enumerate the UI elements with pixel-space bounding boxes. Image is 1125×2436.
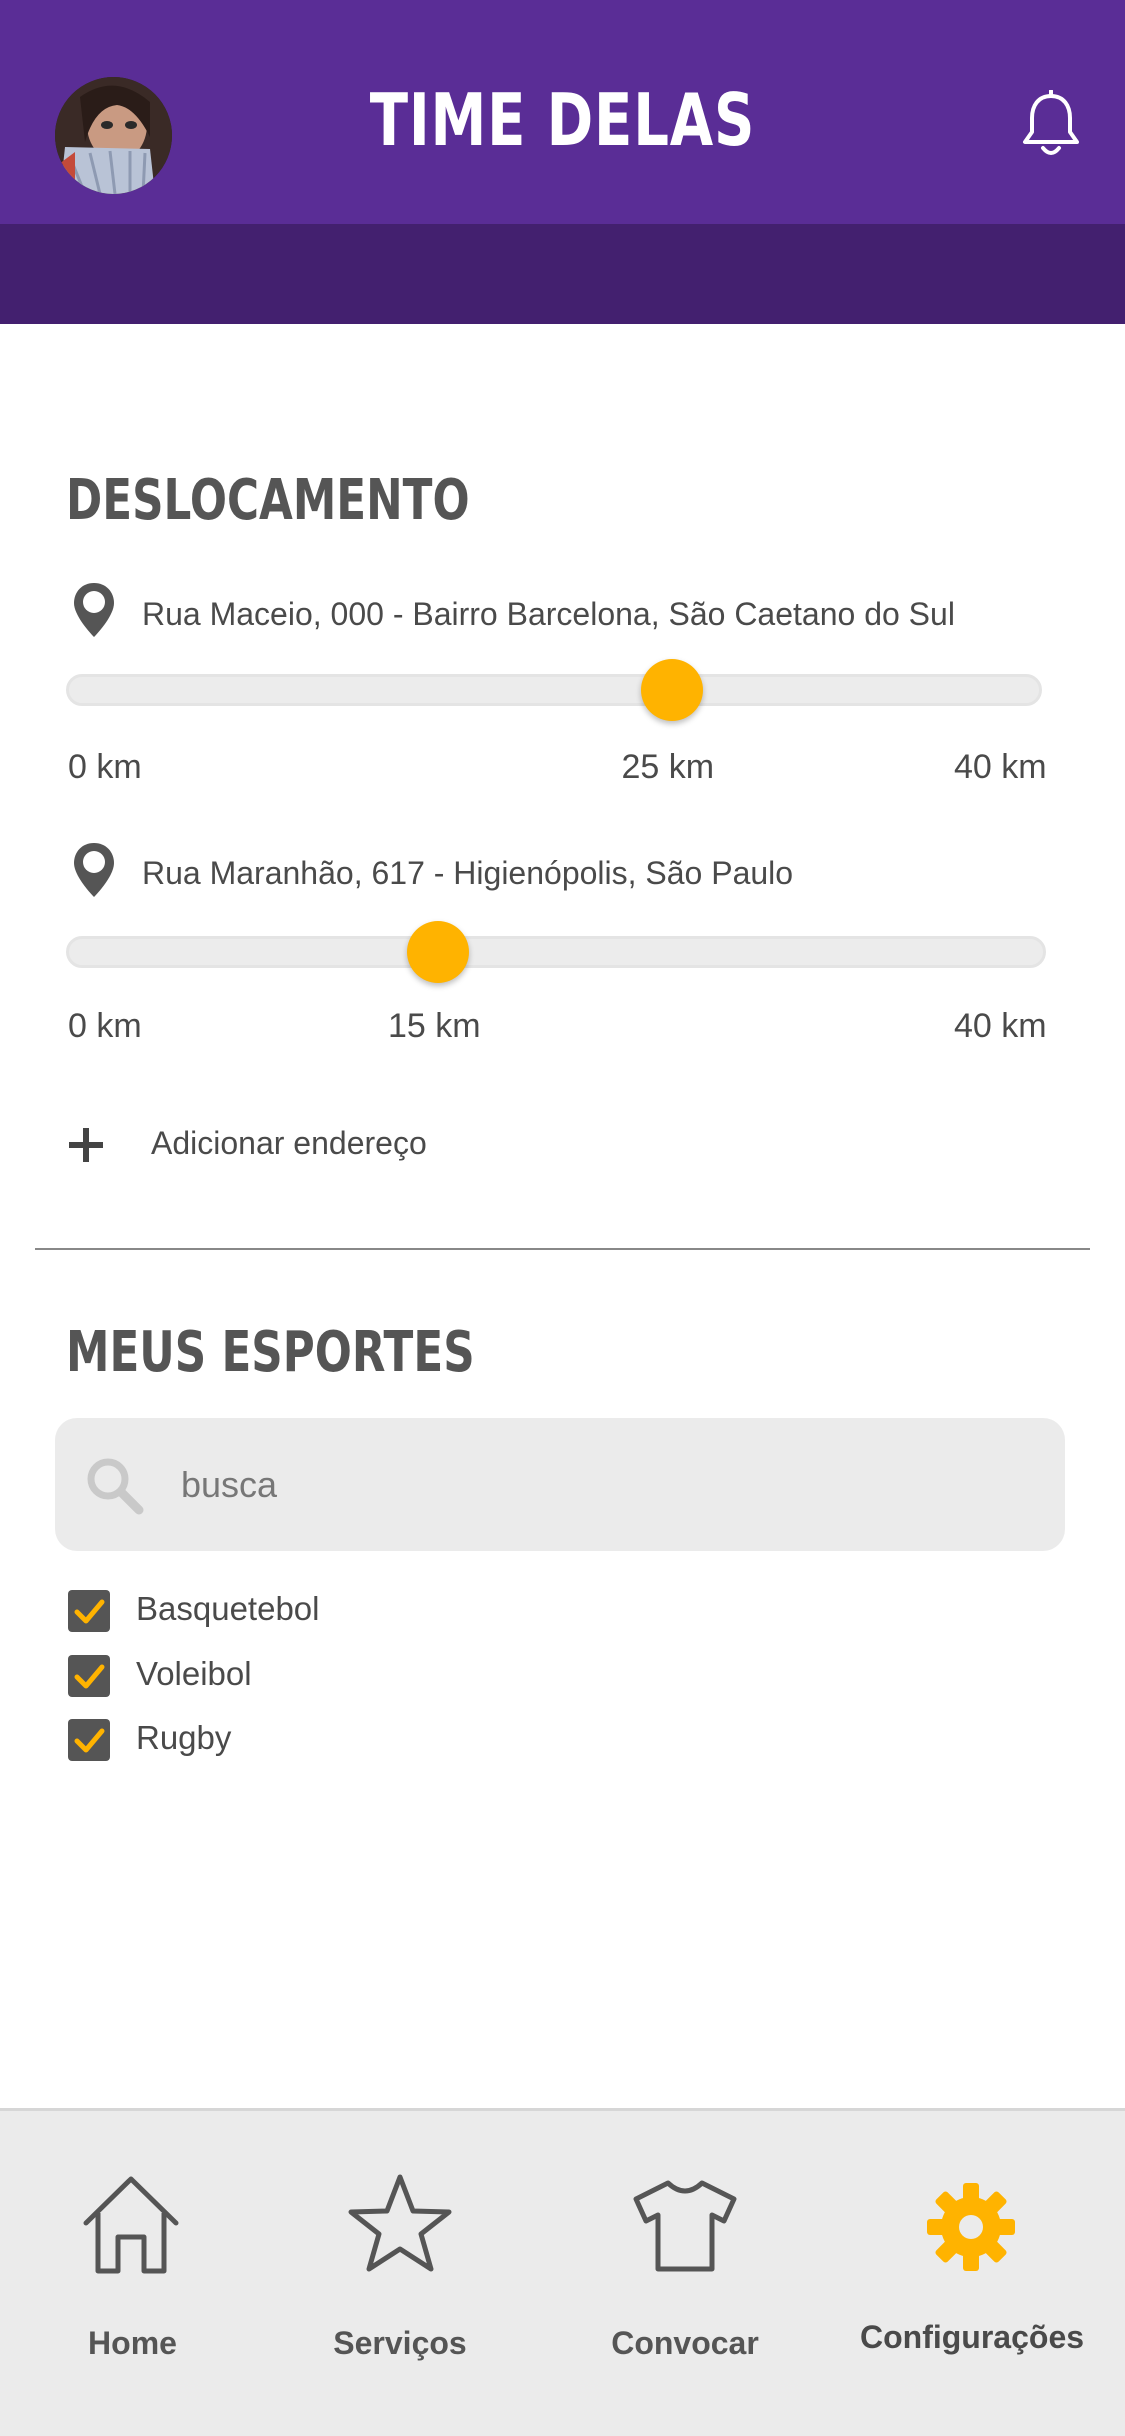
tab-servicos[interactable]: Serviços xyxy=(305,2111,495,2436)
sport-item-voleibol[interactable]: Voleibol xyxy=(68,1655,368,1699)
app-title: TIME DELAS xyxy=(369,78,756,162)
tab-label: Convocar xyxy=(611,2325,759,2361)
sport-item-basquetebol[interactable]: Basquetebol xyxy=(68,1590,368,1634)
sport-label: Basquetebol xyxy=(136,1590,320,1627)
tab-label: Home xyxy=(88,2325,177,2361)
distance-slider-2[interactable] xyxy=(66,936,1046,968)
slider-2-value-label: 15 km xyxy=(388,1007,481,1045)
bell-icon[interactable] xyxy=(1020,89,1082,160)
slider-2-max-label: 40 km xyxy=(954,1007,1047,1045)
search-icon xyxy=(83,1454,147,1518)
sports-search-input[interactable] xyxy=(181,1450,1031,1520)
home-icon xyxy=(83,2176,179,2274)
distance-slider-2-thumb[interactable] xyxy=(407,921,469,983)
slider-1-min-label: 0 km xyxy=(68,748,142,786)
section-title-esportes: MEUS ESPORTES xyxy=(66,1320,475,1385)
tab-convocar[interactable]: Convocar xyxy=(590,2111,780,2436)
tab-home[interactable]: Home xyxy=(40,2111,225,2436)
section-divider xyxy=(35,1248,1090,1250)
checkbox-checked[interactable] xyxy=(68,1590,110,1632)
plus-icon[interactable] xyxy=(66,1125,106,1165)
add-address-button[interactable]: Adicionar endereço xyxy=(151,1125,427,1162)
header-band xyxy=(0,224,1125,324)
tab-configuracoes[interactable]: Configurações xyxy=(860,2111,1085,2436)
sport-label: Rugby xyxy=(136,1719,232,1756)
slider-2-min-label: 0 km xyxy=(68,1007,142,1045)
checkbox-checked[interactable] xyxy=(68,1655,110,1697)
shirt-icon xyxy=(633,2180,737,2272)
bottom-tab-bar: Home Serviços Convocar Configurações xyxy=(0,2108,1125,2436)
distance-slider-1-thumb[interactable] xyxy=(640,659,703,721)
location-pin-icon xyxy=(70,840,118,900)
address-2-text: Rua Maranhão, 617 - Higienópolis, São Pa… xyxy=(142,855,794,891)
slider-1-value-label: 25 km xyxy=(621,748,715,786)
slider-1-max-label: 40 km xyxy=(954,748,1047,786)
star-icon xyxy=(348,2174,452,2272)
checkbox-checked[interactable] xyxy=(68,1719,110,1761)
search-box xyxy=(55,1418,1065,1551)
location-pin-icon xyxy=(70,580,118,640)
tab-label: Serviços xyxy=(333,2325,467,2361)
gear-icon xyxy=(927,2183,1015,2271)
sport-item-rugby[interactable]: Rugby xyxy=(68,1719,368,1763)
section-title-deslocamento: DESLOCAMENTO xyxy=(66,468,470,533)
tab-label: Configurações xyxy=(860,2319,1085,2355)
distance-slider-1[interactable] xyxy=(66,674,1042,706)
sport-label: Voleibol xyxy=(136,1655,252,1692)
address-1-text: Rua Maceio, 000 - Bairro Barcelona, São … xyxy=(142,596,955,632)
app-header: TIME DELAS xyxy=(0,0,1125,224)
